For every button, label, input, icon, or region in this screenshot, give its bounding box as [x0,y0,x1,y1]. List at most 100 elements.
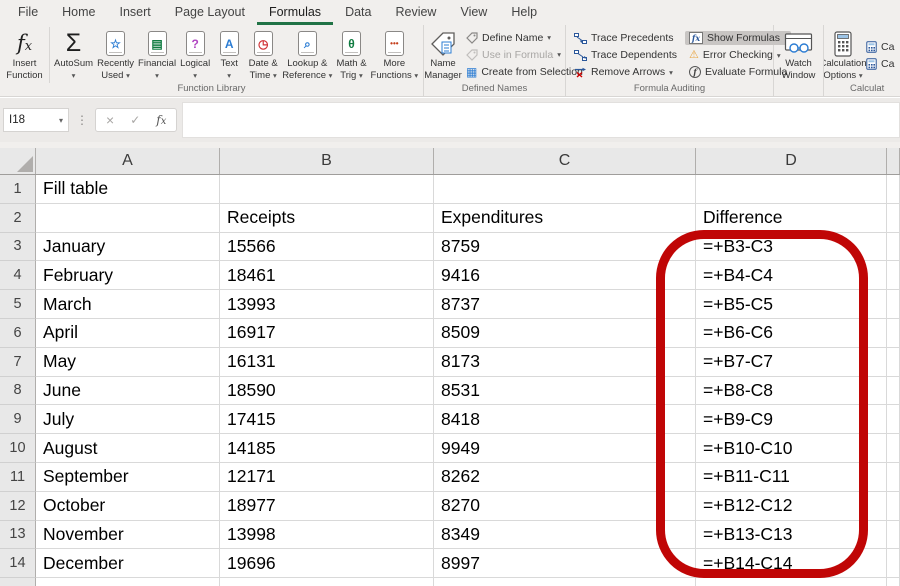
cell-A7[interactable]: May [36,348,220,377]
cell-C7[interactable]: 8173 [434,348,696,377]
cell-A15[interactable] [36,578,220,586]
formula-input[interactable] [182,102,900,138]
cell-C2[interactable]: Expenditures [434,204,696,233]
tab-insert[interactable]: Insert [108,0,163,25]
cell-C4[interactable]: 9416 [434,261,696,290]
cell-C6[interactable]: 8509 [434,319,696,348]
autosum-button[interactable]: ΣAutoSum▾ [52,27,95,83]
cell-D1[interactable] [696,175,887,204]
cell-D7[interactable]: =+B7-C7 [696,348,887,377]
watch-window-button[interactable]: Watch Window [776,27,821,94]
cell-B15[interactable] [220,578,434,586]
row-header-10[interactable]: 10 [0,434,36,463]
column-header-B[interactable]: B [220,148,434,174]
calculation-options-button[interactable]: CalculationOptions ▾ [826,27,860,83]
cell-E13[interactable] [887,521,900,550]
cell-C12[interactable]: 8270 [434,492,696,521]
cell-E2[interactable] [887,204,900,233]
text-button[interactable]: AText▾ [212,27,246,83]
cell-B14[interactable]: 19696 [220,549,434,578]
trace-precedents-button[interactable]: Trace Precedents [570,31,681,45]
cell-B4[interactable]: 18461 [220,261,434,290]
recently-used-button[interactable]: ☆RecentlyUsed ▾ [95,27,136,83]
cell-A5[interactable]: March [36,290,220,319]
cell-A3[interactable]: January [36,233,220,262]
cell-D5[interactable]: =+B5-C5 [696,290,887,319]
cell-A14[interactable]: December [36,549,220,578]
cell-E11[interactable] [887,463,900,492]
cell-D8[interactable]: =+B8-C8 [696,377,887,406]
cell-C5[interactable]: 8737 [434,290,696,319]
cell-E10[interactable] [887,434,900,463]
cell-B1[interactable] [220,175,434,204]
cell-E15[interactable] [887,578,900,586]
cell-A11[interactable]: September [36,463,220,492]
cell-D15[interactable] [696,578,887,586]
cell-C9[interactable]: 8418 [434,405,696,434]
logical-button[interactable]: ?Logical▾ [178,27,212,83]
cell-A4[interactable]: February [36,261,220,290]
remove-arrows-button[interactable]: Remove Arrows ▾ [570,65,681,79]
row-header-9[interactable]: 9 [0,405,36,434]
cell-E4[interactable] [887,261,900,290]
cell-C3[interactable]: 8759 [434,233,696,262]
trace-dependents-button[interactable]: Trace Dependents [570,48,681,62]
calculate-button-cut-1[interactable]: Ca [862,40,898,54]
cell-B8[interactable]: 18590 [220,377,434,406]
tab-file[interactable]: File [6,0,50,25]
cell-D4[interactable]: =+B4-C4 [696,261,887,290]
cell-B6[interactable]: 16917 [220,319,434,348]
row-header-2[interactable]: 2 [0,204,36,233]
cell-C1[interactable] [434,175,696,204]
cell-A2[interactable] [36,204,220,233]
cell-D10[interactable]: =+B10-C10 [696,434,887,463]
lookup-reference-button[interactable]: ⌕Lookup &Reference ▾ [280,27,334,83]
cell-C11[interactable]: 8262 [434,463,696,492]
cancel-icon[interactable]: × [106,112,114,128]
cell-D6[interactable]: =+B6-C6 [696,319,887,348]
row-header-4[interactable]: 4 [0,261,36,290]
tab-view[interactable]: View [448,0,499,25]
column-header-partial[interactable] [887,148,900,174]
name-box-caret-icon[interactable]: ▾ [59,116,63,125]
cell-D14[interactable]: =+B14-C14 [696,549,887,578]
cell-D11[interactable]: =+B11-C11 [696,463,887,492]
row-header-8[interactable]: 8 [0,377,36,406]
enter-icon[interactable]: ✓ [130,113,140,127]
cell-C15[interactable] [434,578,696,586]
cell-A6[interactable]: April [36,319,220,348]
cell-A1[interactable]: Fill table [36,175,220,204]
calculate-button-cut-2[interactable]: Ca [862,57,898,71]
tab-home[interactable]: Home [50,0,107,25]
date-time-button[interactable]: ◷Date &Time ▾ [246,27,280,83]
cell-E3[interactable] [887,233,900,262]
cell-B10[interactable]: 14185 [220,434,434,463]
column-header-A[interactable]: A [36,148,220,174]
cell-D12[interactable]: =+B12-C12 [696,492,887,521]
cell-E9[interactable] [887,405,900,434]
cell-A13[interactable]: November [36,521,220,550]
tab-review[interactable]: Review [383,0,448,25]
cell-D2[interactable]: Difference [696,204,887,233]
name-box[interactable]: I18 ▾ [3,108,69,132]
cell-C14[interactable]: 8997 [434,549,696,578]
cell-B7[interactable]: 16131 [220,348,434,377]
row-header-11[interactable]: 11 [0,463,36,492]
cell-B9[interactable]: 17415 [220,405,434,434]
cell-E14[interactable] [887,549,900,578]
cell-E8[interactable] [887,377,900,406]
column-header-D[interactable]: D [696,148,887,174]
insert-function-button[interactable]: fx Insert Function [2,27,50,83]
cell-B2[interactable]: Receipts [220,204,434,233]
cell-E5[interactable] [887,290,900,319]
row-header-13[interactable]: 13 [0,521,36,550]
more-functions-button[interactable]: •••MoreFunctions ▾ [369,27,421,83]
cell-B3[interactable]: 15566 [220,233,434,262]
insert-function-fx-icon[interactable]: fx [156,113,166,127]
cell-D9[interactable]: =+B9-C9 [696,405,887,434]
row-header-7[interactable]: 7 [0,348,36,377]
row-header-12[interactable]: 12 [0,492,36,521]
cell-B13[interactable]: 13998 [220,521,434,550]
cell-C8[interactable]: 8531 [434,377,696,406]
cell-C13[interactable]: 8349 [434,521,696,550]
